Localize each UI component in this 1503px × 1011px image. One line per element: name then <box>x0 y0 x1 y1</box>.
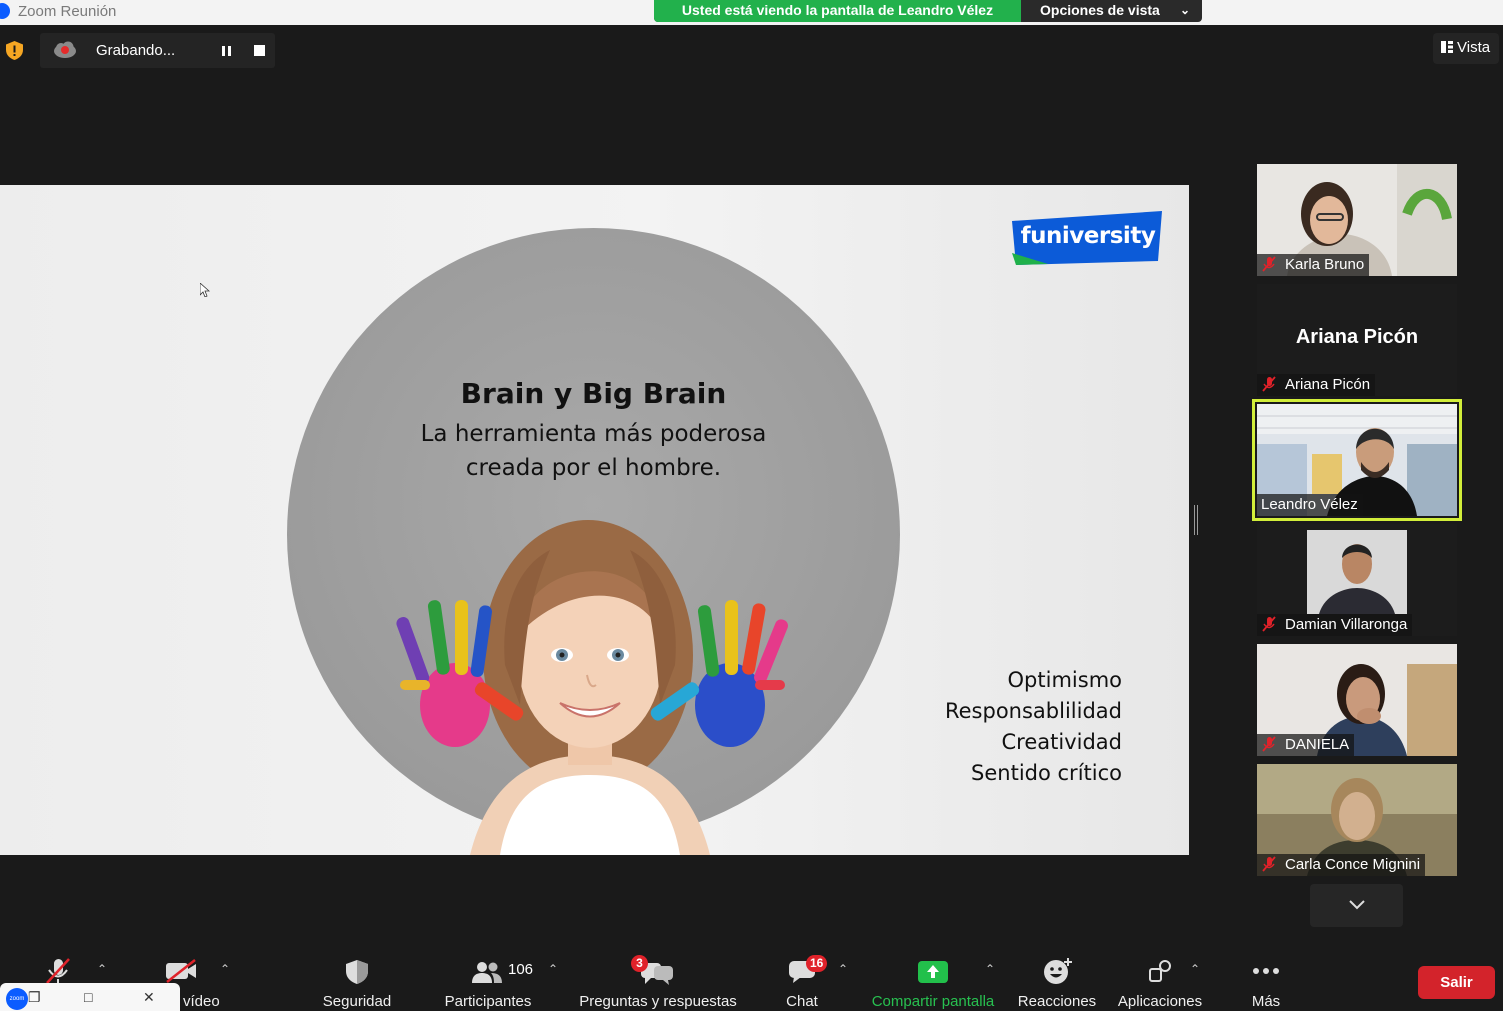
screen-share-banner: Usted está viendo la pantalla de Leandro… <box>654 0 1202 22</box>
leave-meeting-button[interactable]: Salir <box>1418 966 1495 999</box>
participants-label: Participantes <box>444 993 532 1010</box>
more-button[interactable]: Más <box>1236 945 1296 1011</box>
slide-values-list: Optimismo Responsablilidad Creatividad S… <box>945 665 1122 789</box>
participant-tile-active-speaker[interactable]: Leandro Vélez <box>1257 404 1457 516</box>
panel-splitter-handle[interactable] <box>1194 505 1198 535</box>
participant-name-tag: DANIELA <box>1257 734 1355 756</box>
participant-tile[interactable]: DANIELA <box>1257 644 1457 756</box>
participant-name: Karla Bruno <box>1285 256 1365 273</box>
restore-icon[interactable]: ❐ <box>28 990 42 1004</box>
participant-tile[interactable]: Ariana Picón Ariana Picón <box>1257 284 1457 396</box>
participant-name-tag: Leandro Vélez <box>1257 494 1363 516</box>
muted-mic-icon <box>46 958 70 984</box>
value-item: Creatividad <box>1001 730 1122 754</box>
stop-recording-icon[interactable] <box>254 45 265 56</box>
view-button[interactable]: Vista <box>1433 33 1499 64</box>
gallery-scroll-down-button[interactable] <box>1310 884 1403 927</box>
video-options-caret[interactable]: ⌃ <box>220 962 230 976</box>
muted-mic-icon <box>1262 616 1276 632</box>
participant-name-tag: Carla Conce Mignini <box>1257 854 1426 876</box>
viewing-share-text: Usted está viendo la pantalla de Leandro… <box>654 0 1021 22</box>
encryption-shield-icon[interactable] <box>6 41 23 60</box>
window-title: Zoom Reunión <box>18 3 117 20</box>
participants-icon <box>472 962 502 983</box>
girl-painted-hands-image <box>396 520 788 855</box>
muted-mic-icon <box>1262 736 1276 752</box>
participants-button[interactable]: 106 Participantes <box>440 945 536 1011</box>
security-label: Seguridad <box>322 993 392 1010</box>
more-label: Más <box>1251 993 1281 1010</box>
shared-screen-slide: funiversity Brain y Big Brain La herrami… <box>0 185 1189 855</box>
security-shield-icon <box>346 960 368 984</box>
view-options-label: Opciones de vista <box>1040 2 1160 18</box>
participant-tile[interactable]: Carla Conce Mignini <box>1257 764 1457 876</box>
recording-bar: Grabando... <box>40 33 275 68</box>
video-off-icon <box>166 959 196 983</box>
chat-options-caret[interactable]: ⌃ <box>838 962 848 976</box>
reactions-button[interactable]: Reacciones <box>1014 945 1100 1011</box>
chat-label: Chat <box>786 993 818 1010</box>
chevron-down-icon <box>1349 900 1365 910</box>
chevron-down-icon: ⌄ <box>1179 3 1190 17</box>
slide-subtitle-line2: creada por el hombre. <box>465 455 722 481</box>
qa-button[interactable]: 3 Preguntas y respuestas <box>578 945 738 1011</box>
zoom-meeting-window: Zoom Reunión Usted está viendo la pantal… <box>0 0 1503 1011</box>
muted-mic-icon <box>1262 376 1276 392</box>
taskbar-window-thumbnail: zoom ❐ □ ✕ <box>0 983 180 1011</box>
participant-display-name: Ariana Picón <box>1295 326 1419 348</box>
logo-text: funiversity <box>1020 223 1156 249</box>
apps-options-caret[interactable]: ⌃ <box>1190 962 1200 976</box>
apps-button[interactable]: Aplicaciones <box>1112 945 1208 1011</box>
close-icon[interactable]: ✕ <box>143 990 157 1004</box>
apps-icon <box>1149 960 1171 982</box>
share-options-caret[interactable]: ⌃ <box>985 962 995 976</box>
participant-name-tag: Damian Villaronga <box>1257 614 1413 636</box>
slide-subtitle: La herramienta más poderosa creada por e… <box>287 417 900 485</box>
reactions-label: Reacciones <box>1017 993 1097 1010</box>
reactions-smiley-icon <box>1044 958 1072 984</box>
participants-options-caret[interactable]: ⌃ <box>548 962 558 976</box>
value-item: Sentido crítico <box>971 761 1122 785</box>
share-screen-icon <box>918 961 948 983</box>
qa-label: Preguntas y respuestas <box>579 993 737 1010</box>
mouse-cursor-icon <box>200 283 210 297</box>
participant-name: Leandro Vélez <box>1261 496 1358 513</box>
slide-title: Brain y Big Brain <box>460 377 727 410</box>
audio-options-caret[interactable]: ⌃ <box>97 962 107 976</box>
participant-name: Damian Villaronga <box>1285 616 1408 633</box>
value-item: Optimismo <box>1007 668 1122 692</box>
participant-tile[interactable]: Damian Villaronga <box>1257 524 1457 636</box>
security-button[interactable]: Seguridad <box>312 945 402 1011</box>
zoom-logo-icon: zoom <box>6 988 28 1010</box>
participant-name: Carla Conce Mignini <box>1285 856 1421 873</box>
slide-subtitle-line1: La herramienta más poderosa <box>420 421 767 447</box>
view-button-label: Vista <box>1457 39 1491 56</box>
share-screen-button[interactable]: Compartir pantalla <box>866 945 1000 1011</box>
apps-label: Aplicaciones <box>1117 993 1203 1010</box>
qa-badge: 3 <box>631 955 648 972</box>
more-dots-icon <box>1253 968 1279 974</box>
share-screen-label: Compartir pantalla <box>871 993 995 1010</box>
cloud-recording-icon <box>54 41 76 58</box>
chat-button[interactable]: 16 Chat <box>772 945 832 1011</box>
grid-view-icon <box>1441 41 1453 53</box>
participant-name-tag: Karla Bruno <box>1257 254 1370 276</box>
zoom-app-icon <box>0 3 10 19</box>
pause-recording-icon[interactable] <box>220 44 234 58</box>
value-item: Responsablilidad <box>944 699 1122 723</box>
muted-mic-icon <box>1262 856 1276 872</box>
participant-name: Ariana Picón <box>1285 376 1371 393</box>
meeting-toolbar: ⌃ vídeo ⌃ Seguridad 106 Participantes ⌃ … <box>0 945 1503 1011</box>
chat-badge: 16 <box>806 955 828 972</box>
participant-name: DANIELA <box>1285 736 1350 753</box>
maximize-icon[interactable]: □ <box>84 990 98 1004</box>
participant-name-tag: Ariana Picón <box>1257 374 1376 396</box>
recording-label: Grabando... <box>96 42 176 59</box>
participants-count: 106 <box>508 961 534 978</box>
muted-mic-icon <box>1262 256 1276 272</box>
view-options-button[interactable]: Opciones de vista ⌄ <box>1021 0 1202 22</box>
participant-tile[interactable]: Karla Bruno <box>1257 164 1457 276</box>
